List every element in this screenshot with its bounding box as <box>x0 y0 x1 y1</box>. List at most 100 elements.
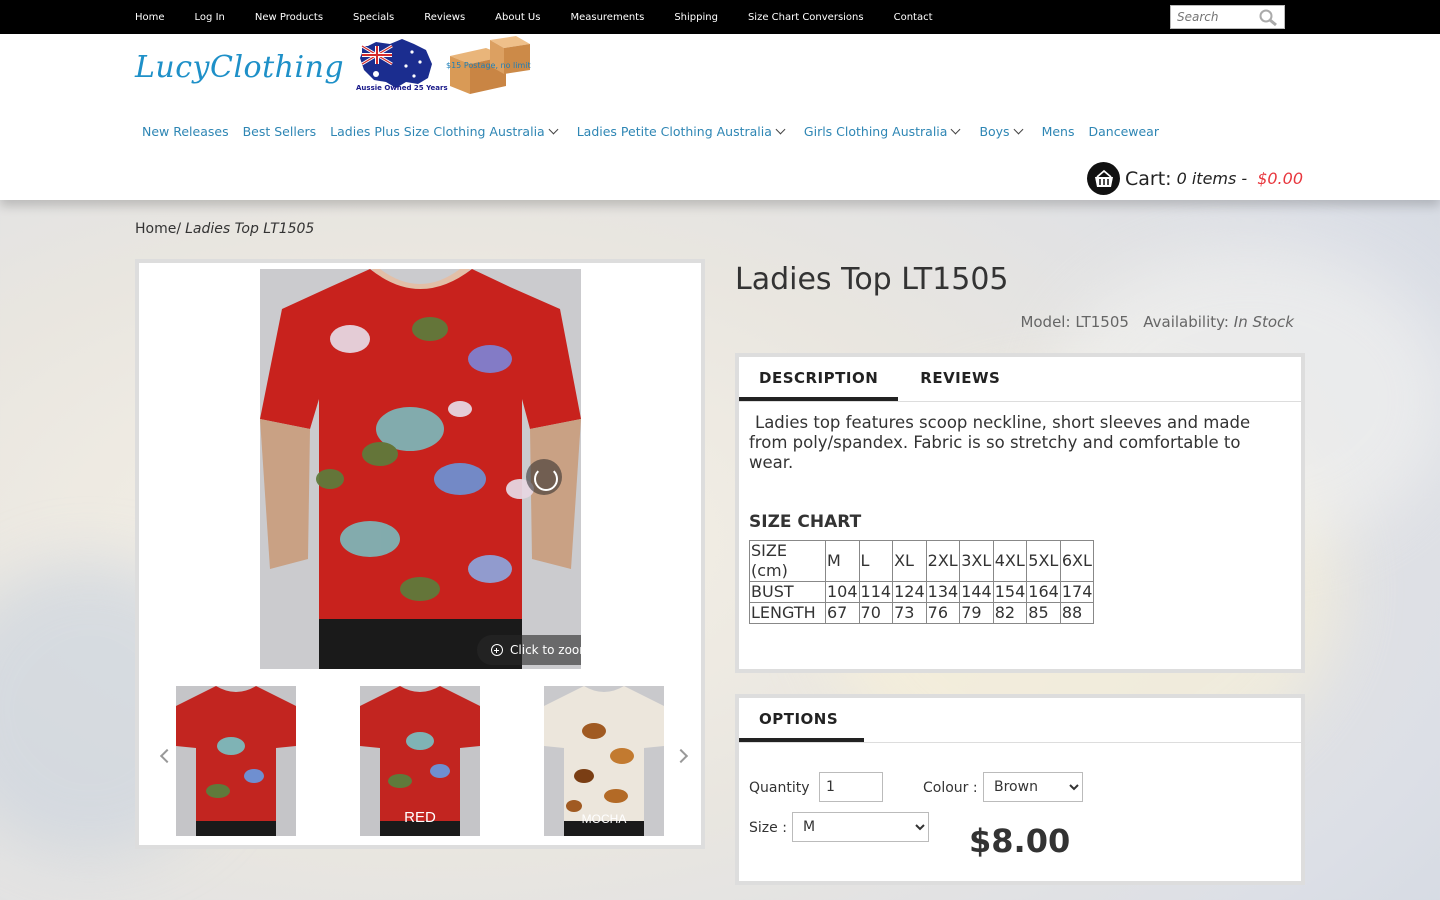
click-to-zoom-button[interactable]: Click to zoom <box>477 635 581 665</box>
chevron-down-icon <box>775 124 786 135</box>
size-chart-cell: 4XL <box>992 540 1028 582</box>
breadcrumb-home-link[interactable]: Home <box>135 221 176 237</box>
quantity-label: Quantity <box>749 780 810 796</box>
loading-spinner-icon <box>526 459 562 495</box>
size-label: Size : <box>749 820 787 836</box>
product-tabs: DESCRIPTION REVIEWS <box>739 357 1020 401</box>
thumbnail-3-mocha[interactable]: MOCHA <box>544 686 664 836</box>
chevron-down-icon <box>950 124 961 135</box>
search-box <box>1170 5 1285 29</box>
size-chart-cell: 154 <box>992 581 1028 603</box>
product-meta: Model: LT1505 Availability: In Stock <box>1020 313 1294 331</box>
size-chart-cell: 144 <box>959 581 994 603</box>
shopping-basket-icon[interactable] <box>1087 162 1120 195</box>
size-chart-cell: 85 <box>1026 602 1061 624</box>
product-title: Ladies Top LT1505 <box>735 262 1009 297</box>
size-chart-cell: 124 <box>892 581 927 603</box>
nav-label: Girls Clothing Australia <box>803 124 948 139</box>
topnav-about-link[interactable]: About Us <box>495 12 540 23</box>
size-chart-cell: 134 <box>925 581 961 603</box>
tab-description[interactable]: DESCRIPTION <box>739 357 899 401</box>
nav-best-sellers[interactable]: Best Sellers <box>243 124 317 139</box>
size-chart-cell: XL <box>892 540 927 582</box>
nav-dancewear[interactable]: Dancewear <box>1089 124 1159 139</box>
zoom-plus-icon <box>491 644 504 656</box>
main-navigation: New Releases Best Sellers Ladies Plus Si… <box>142 124 1173 139</box>
nav-label: Ladies Plus Size Clothing Australia <box>330 124 545 139</box>
size-chart-cell: 5XL <box>1026 540 1061 582</box>
size-chart-cell: 67 <box>825 602 860 624</box>
thumbnail-image <box>176 686 296 836</box>
topnav-reviews-link[interactable]: Reviews <box>424 12 465 23</box>
nav-label: Best Sellers <box>242 124 317 139</box>
options-panel: OPTIONS Quantity Colour : Brown Size : M… <box>735 694 1305 885</box>
nav-label: Mens <box>1041 124 1075 139</box>
search-icon[interactable] <box>1258 9 1278 27</box>
topnav-login-link[interactable]: Log In <box>195 12 225 23</box>
product-main-image[interactable]: Click to zoom <box>260 269 581 669</box>
cart-item-count: 0 items - <box>1176 169 1248 188</box>
site-logo[interactable]: LucyClothing <box>135 50 344 85</box>
thumbnail-next-arrow-icon[interactable] <box>673 748 689 764</box>
quantity-input[interactable] <box>819 772 883 802</box>
size-chart-cell: 79 <box>959 602 994 624</box>
size-chart-cell: 73 <box>892 602 927 624</box>
size-chart-cell: M <box>825 540 860 582</box>
topnav-home-link[interactable]: Home <box>135 12 165 23</box>
topnav-contact-link[interactable]: Contact <box>894 12 933 23</box>
size-chart-title: SIZE CHART <box>749 512 862 532</box>
topnav-size-chart-link[interactable]: Size Chart Conversions <box>748 12 864 23</box>
top-navigation: Home Log In New Products Specials Review… <box>135 0 963 34</box>
topnav-measurements-link[interactable]: Measurements <box>570 12 644 23</box>
size-chart-cell: 82 <box>992 602 1028 624</box>
nav-mens[interactable]: Mens <box>1042 124 1075 139</box>
product-price: $8.00 <box>969 822 1071 860</box>
topnav-shipping-link[interactable]: Shipping <box>674 12 718 23</box>
description-panel: DESCRIPTION REVIEWS Ladies top features … <box>735 353 1305 673</box>
size-chart-row: LENGTH 67 70 73 76 79 82 85 88 <box>749 602 1095 624</box>
tab-reviews[interactable]: REVIEWS <box>898 357 1020 401</box>
nav-girls-clothing[interactable]: Girls Clothing Australia <box>803 124 961 139</box>
topnav-specials-link[interactable]: Specials <box>353 12 394 23</box>
colour-select[interactable]: Brown <box>983 772 1083 802</box>
cart-label: Cart: <box>1125 167 1172 190</box>
breadcrumb-separator: / <box>176 221 182 237</box>
nav-new-releases[interactable]: New Releases <box>142 124 229 139</box>
size-chart-cell: 88 <box>1059 602 1095 624</box>
zoom-label: Click to zoom <box>510 643 581 657</box>
availability-label: Availability: <box>1143 313 1229 331</box>
size-select[interactable]: M <box>792 812 929 842</box>
search-input[interactable] <box>1171 6 1255 28</box>
options-tabs: OPTIONS <box>739 698 864 742</box>
site-header: LucyClothing Aussie Owned 25 Years $15 P… <box>0 34 1440 200</box>
size-chart-cell: 70 <box>858 602 894 624</box>
size-chart-cell: 164 <box>1026 581 1061 603</box>
size-chart-cell: 2XL <box>925 540 961 582</box>
nav-label: Ladies Petite Clothing Australia <box>576 124 772 139</box>
flag-caption: Aussie Owned 25 Years <box>356 84 448 92</box>
topnav-new-products-link[interactable]: New Products <box>255 12 323 23</box>
nav-boys[interactable]: Boys <box>979 124 1024 139</box>
chevron-down-icon <box>548 124 559 135</box>
tab-divider <box>739 742 1301 743</box>
model-value: LT1505 <box>1075 313 1129 331</box>
thumbnail-2-red[interactable]: RED <box>360 686 480 836</box>
size-chart-cell: 114 <box>858 581 894 603</box>
nav-label: Boys <box>979 124 1010 139</box>
breadcrumb-current: Ladies Top LT1505 <box>185 221 315 237</box>
size-chart-cell: 104 <box>825 581 860 603</box>
size-chart-cell: BUST <box>749 581 826 603</box>
cart-summary[interactable]: Cart: 0 items - $0.00 <box>1087 162 1303 195</box>
size-chart-cell: 3XL <box>959 540 994 582</box>
nav-ladies-plus-size[interactable]: Ladies Plus Size Clothing Australia <box>330 124 559 139</box>
size-chart-cell: SIZE (cm) <box>749 540 826 582</box>
size-chart-cell: 174 <box>1059 581 1095 603</box>
thumbnail-1[interactable] <box>176 686 296 836</box>
tab-divider <box>739 401 1301 402</box>
tab-options: OPTIONS <box>739 698 864 742</box>
nav-label: New Releases <box>142 124 229 139</box>
thumbnail-prev-arrow-icon[interactable] <box>159 748 175 764</box>
colour-label: Colour : <box>923 780 978 796</box>
availability-value: In Stock <box>1233 313 1294 331</box>
nav-ladies-petite[interactable]: Ladies Petite Clothing Australia <box>576 124 786 139</box>
